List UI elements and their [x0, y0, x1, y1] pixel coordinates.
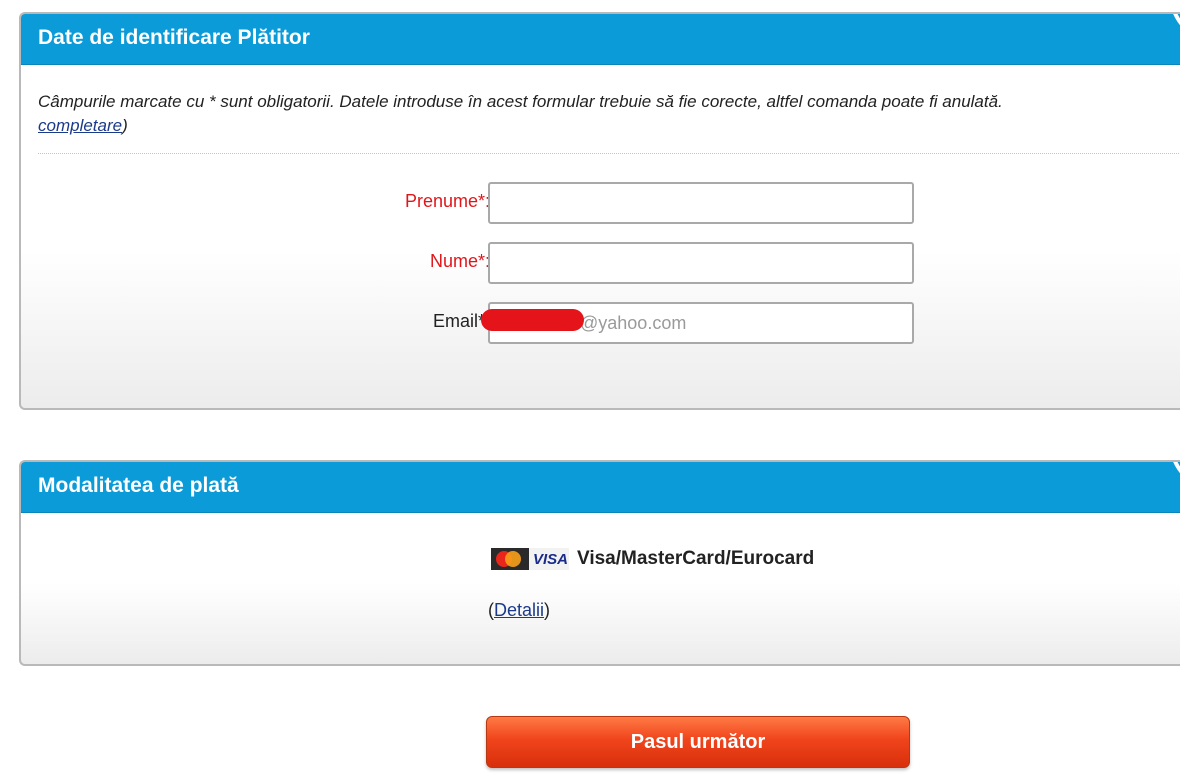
section-divider — [38, 153, 1180, 154]
mastercard-icon — [491, 548, 529, 570]
first-name-input[interactable] — [488, 182, 914, 224]
completion-link[interactable]: completare — [38, 116, 122, 135]
details-line: (Detalii) — [488, 600, 550, 621]
details-close-paren: ) — [544, 600, 551, 620]
notice-text: Câmpurile marcate cu * sunt obligatorii.… — [38, 92, 1003, 111]
first-name-label: Prenume*: — [404, 191, 490, 211]
details-link[interactable]: Detalii — [494, 600, 544, 620]
payer-panel-header: Date de identificare Plătitor — [21, 14, 1180, 65]
payer-identification-panel: Date de identificare Plătitor Câmpurile … — [19, 12, 1180, 410]
corner-decoration — [1169, 14, 1180, 44]
notice-close-paren: ) — [122, 116, 128, 135]
card-payment-label: Visa/MasterCard/Eurocard — [577, 548, 815, 569]
last-name-input[interactable] — [488, 242, 914, 284]
payment-panel-title: Modalitatea de plată — [38, 474, 239, 497]
corner-decoration — [1169, 462, 1180, 492]
payment-method-panel: Modalitatea de plată VISA Visa/MasterCar… — [19, 460, 1180, 666]
next-step-button[interactable]: Pasul următor — [486, 716, 910, 768]
card-payment-option[interactable]: VISA Visa/MasterCard/Eurocard — [491, 548, 814, 570]
last-name-label: Nume*: — [429, 251, 490, 271]
redaction-mark — [481, 309, 584, 331]
payer-panel-title: Date de identificare Plătitor — [38, 26, 310, 49]
email-value: @yahoo.com — [580, 313, 687, 333]
card-logos-icon: VISA — [491, 548, 569, 570]
visa-icon: VISA — [533, 550, 569, 568]
required-fields-notice: Câmpurile marcate cu * sunt obligatorii.… — [38, 90, 1180, 138]
payment-panel-header: Modalitatea de plată — [21, 462, 1180, 513]
